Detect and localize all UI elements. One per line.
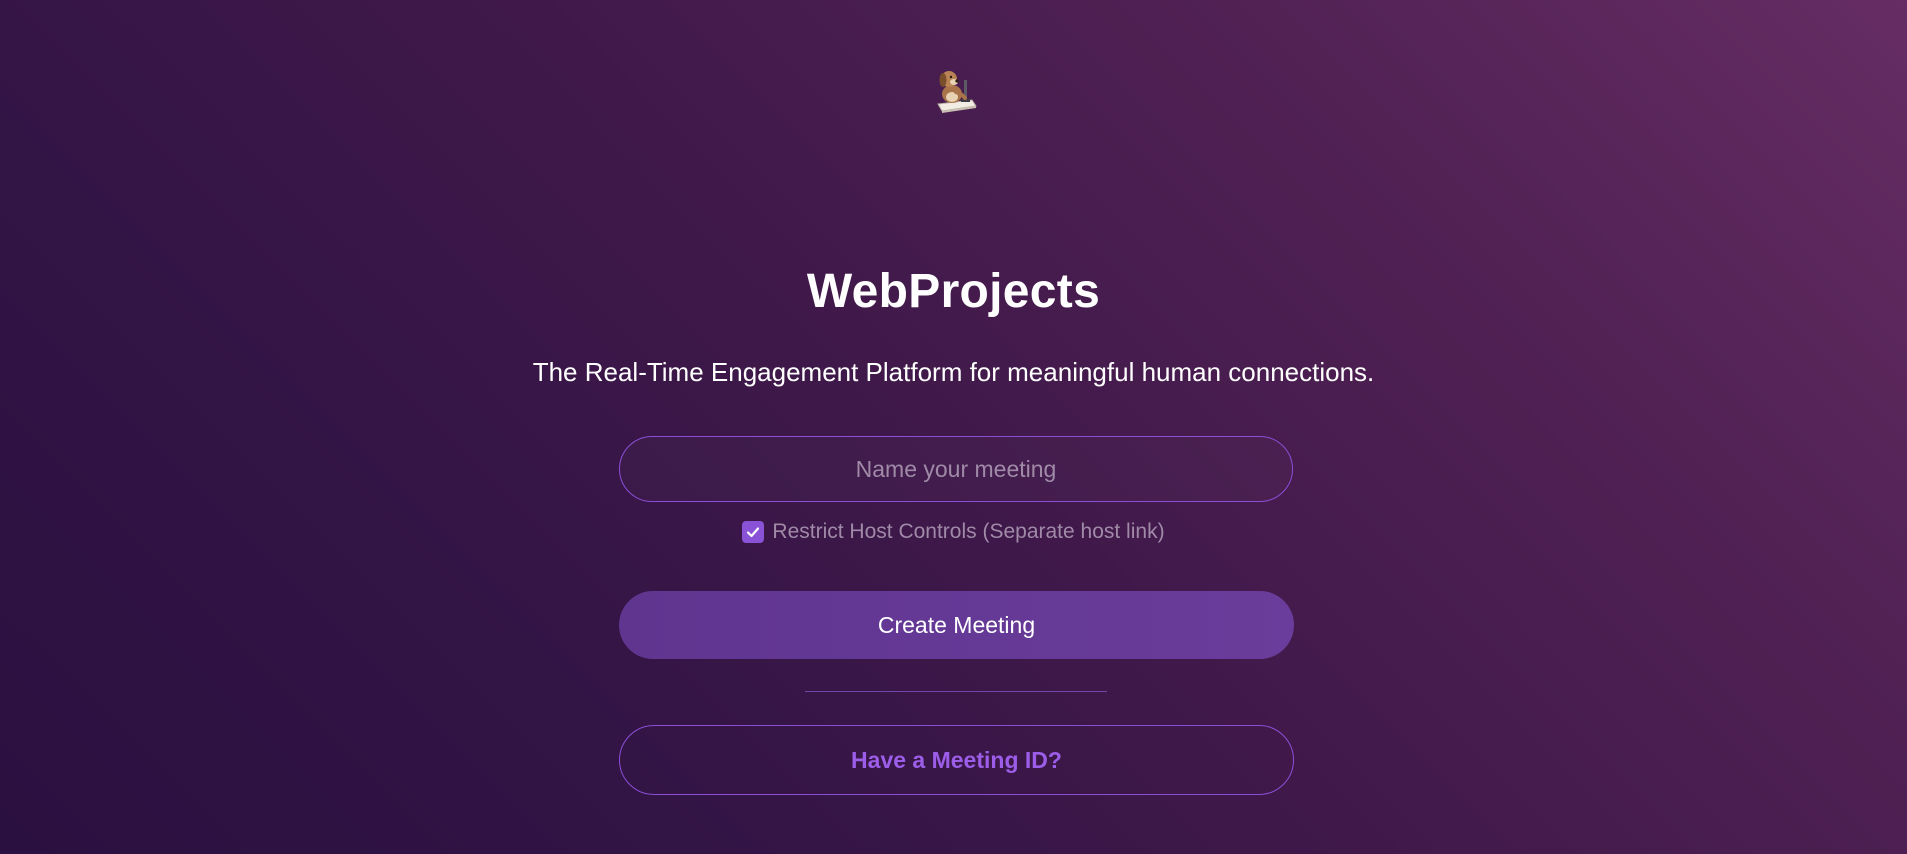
dog-at-computer-icon [937,71,977,113]
restrict-host-controls-row: Restrict Host Controls (Separate host li… [0,518,1907,546]
restrict-host-controls-checkbox[interactable] [742,521,765,543]
have-meeting-id-button[interactable]: Have a Meeting ID? [619,725,1294,795]
divider [805,691,1107,692]
restrict-host-controls-label[interactable]: Restrict Host Controls (Separate host li… [772,518,1164,546]
app-title: WebProjects [806,265,1101,318]
checkmark-icon [747,527,760,538]
create-meeting-button[interactable]: Create Meeting [619,591,1294,659]
app-tagline: The Real-Time Engagement Platform for me… [532,357,1375,387]
app-logo [932,66,978,114]
meeting-name-input[interactable] [619,436,1293,502]
